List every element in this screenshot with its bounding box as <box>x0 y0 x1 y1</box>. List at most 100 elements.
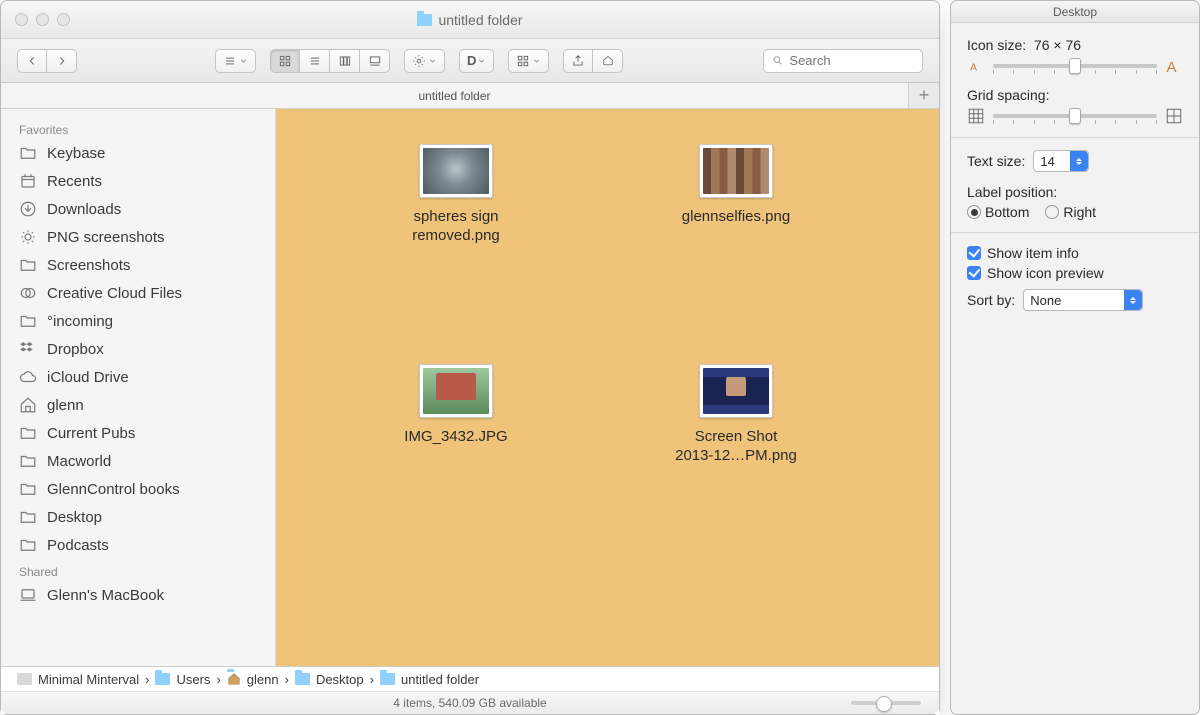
label-position-bottom[interactable]: Bottom <box>967 204 1029 220</box>
sidebar-item[interactable]: Podcasts <box>1 531 275 559</box>
nav-buttons <box>17 49 77 73</box>
sidebar-item-label: Screenshots <box>47 257 130 274</box>
sidebar-item-label: Creative Cloud Files <box>47 285 182 302</box>
show-icon-preview-checkbox[interactable]: Show icon preview <box>967 265 1183 281</box>
file-grid[interactable]: spheres signremoved.png glennselfies.png I… <box>276 109 939 666</box>
icon-zoom-slider[interactable] <box>851 701 921 705</box>
zoom-button[interactable] <box>57 13 70 26</box>
sidebar-item-label: PNG screenshots <box>47 229 165 246</box>
svg-text:A: A <box>970 62 977 74</box>
drop-button[interactable]: D <box>459 49 494 73</box>
path-crumb[interactable]: Minimal Minterval <box>17 672 139 687</box>
column-view-button[interactable] <box>330 49 360 73</box>
tab-bar: untitled folder + <box>1 83 939 109</box>
path-crumb[interactable]: untitled folder <box>380 672 479 687</box>
path-crumb[interactable]: glenn <box>227 672 279 687</box>
list-view-button[interactable] <box>300 49 330 73</box>
sidebar-item[interactable]: glenn <box>1 391 275 419</box>
folder-icon <box>380 673 395 685</box>
icon-size-slider[interactable] <box>993 64 1157 68</box>
laptop-icon <box>19 586 37 604</box>
smart-icon <box>19 228 37 246</box>
sidebar-item[interactable]: Current Pubs <box>1 419 275 447</box>
file-item[interactable]: spheres signremoved.png <box>376 144 536 246</box>
close-button[interactable] <box>15 13 28 26</box>
finder-window: untitled folder <box>0 0 940 715</box>
grid-spacing-slider[interactable] <box>993 114 1157 118</box>
folder-icon <box>19 480 37 498</box>
status-text: 4 items, 540.09 GB available <box>393 696 546 710</box>
back-button[interactable] <box>17 49 47 73</box>
folder-icon <box>19 144 37 162</box>
cloud-icon <box>19 368 37 386</box>
sidebar-item[interactable]: Creative Cloud Files <box>1 279 275 307</box>
sidebar-item-label: glenn <box>47 397 84 414</box>
stepper-arrows-icon <box>1124 290 1142 310</box>
search-input[interactable] <box>789 53 914 68</box>
tab-untitled-folder[interactable]: untitled folder <box>1 83 909 108</box>
file-item[interactable]: IMG_3432.JPG <box>376 364 536 447</box>
show-item-info-checkbox[interactable]: Show item info <box>967 245 1183 261</box>
search-icon <box>772 54 783 67</box>
icon-view-button[interactable] <box>270 49 300 73</box>
search-field[interactable] <box>763 49 923 73</box>
folder-icon <box>417 14 432 26</box>
text-size-select[interactable]: 14 <box>1033 150 1089 172</box>
forward-button[interactable] <box>47 49 77 73</box>
crumb-label: Users <box>176 672 210 687</box>
crumb-label: untitled folder <box>401 672 479 687</box>
sidebar-item[interactable]: iCloud Drive <box>1 363 275 391</box>
new-tab-button[interactable]: + <box>909 83 939 108</box>
traffic-lights <box>15 13 70 26</box>
sidebar-item[interactable]: Desktop <box>1 503 275 531</box>
folder-icon <box>155 673 170 685</box>
sidebar-item-label: Macworld <box>47 453 111 470</box>
folder-icon <box>19 452 37 470</box>
tags-button[interactable] <box>593 49 623 73</box>
large-icon-icon: A <box>1165 57 1183 75</box>
crumb-label: Desktop <box>316 672 364 687</box>
share-buttons <box>563 49 623 73</box>
window-title-text: untitled folder <box>438 12 522 28</box>
minimize-button[interactable] <box>36 13 49 26</box>
sidebar-item[interactable]: Dropbox <box>1 335 275 363</box>
chevron-right-icon: › <box>145 672 149 687</box>
file-thumbnail <box>699 144 773 198</box>
sidebar-item[interactable]: °incoming <box>1 307 275 335</box>
file-item[interactable]: Screen Shot2013-12…PM.png <box>656 364 816 466</box>
icon-size-value: 76 × 76 <box>1034 37 1081 53</box>
sort-by-select[interactable]: None <box>1023 289 1143 311</box>
path-crumb[interactable]: Users <box>155 672 210 687</box>
label-position-right[interactable]: Right <box>1045 204 1096 220</box>
sidebar-mode-button[interactable] <box>215 49 256 73</box>
sidebar-item[interactable]: Screenshots <box>1 251 275 279</box>
folder-icon <box>19 256 37 274</box>
sidebar-item-label: Glenn's MacBook <box>47 587 164 604</box>
path-bar: Minimal Minterval›Users›glenn›Desktop›un… <box>1 667 939 692</box>
file-name: spheres signremoved.png <box>412 208 500 246</box>
group-button[interactable] <box>508 49 549 73</box>
radio-icon <box>967 205 981 219</box>
folder-icon <box>19 536 37 554</box>
sidebar-item[interactable]: Macworld <box>1 447 275 475</box>
sidebar-item[interactable]: Downloads <box>1 195 275 223</box>
view-options-panel: Desktop Icon size: 76 × 76 A A Grid spac… <box>950 0 1200 715</box>
action-button[interactable] <box>404 49 445 73</box>
sidebar-item[interactable]: Recents <box>1 167 275 195</box>
chevron-right-icon: › <box>370 672 374 687</box>
file-item[interactable]: glennselfies.png <box>656 144 816 227</box>
sidebar-item[interactable]: PNG screenshots <box>1 223 275 251</box>
file-thumbnail <box>419 364 493 418</box>
sidebar-item-label: Downloads <box>47 201 121 218</box>
gallery-view-button[interactable] <box>360 49 390 73</box>
grid-spacing-label: Grid spacing: <box>967 87 1049 103</box>
file-name: glennselfies.png <box>682 208 790 227</box>
sidebar-item[interactable]: Keybase <box>1 139 275 167</box>
path-crumb[interactable]: Desktop <box>295 672 364 687</box>
downloads-icon <box>19 200 37 218</box>
sidebar-item[interactable]: Glenn's MacBook <box>1 581 275 609</box>
hdd-icon <box>17 673 32 685</box>
share-button[interactable] <box>563 49 593 73</box>
status-bar: 4 items, 540.09 GB available <box>1 692 939 714</box>
sidebar-item[interactable]: GlennControl books <box>1 475 275 503</box>
